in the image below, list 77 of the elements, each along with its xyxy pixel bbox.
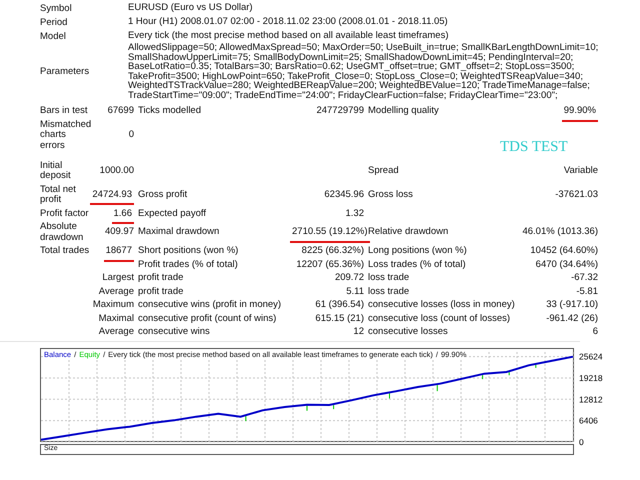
field-label: Period [39, 16, 68, 28]
axis-tick-label: 25624 [579, 352, 603, 362]
row-label: Initial deposit [40, 160, 71, 182]
row-label: Bars in test [40, 105, 88, 116]
field-label: Model [39, 30, 67, 42]
stat-value: 615.15 (21) [315, 314, 364, 324]
stat-label: Modelling quality [368, 105, 439, 116]
stat-label: Long positions (won %) [368, 245, 467, 256]
stat-value: 46.01% (1013.36) [522, 227, 598, 238]
field-value: 1 Hour (H1) 2008.01.07 02:00 - 2018.11.02 23:00 (2008.01.01 - 2018.11.05) [128, 17, 449, 27]
stat-value: 18677 [104, 246, 134, 262]
stat-label: Profit trades (% of total) [138, 258, 238, 270]
stat-label: Maximal drawdown [138, 226, 220, 238]
stat-label: loss trade [368, 272, 410, 284]
stat-value: 409.97 [104, 227, 134, 238]
stat-value: 99.90% [562, 106, 598, 122]
stat-label: Ticks modelled [138, 105, 202, 116]
row-label: Average [98, 326, 134, 338]
row-label: Total net profit [40, 184, 76, 206]
axis-tick-label: 12812 [579, 394, 603, 404]
field-value: AllowedSlippage=50; AllowedMaxSpread=50; MaxOrder=50; UseBuilt_in=true; SmallKBarLengthDownLimit=10; SmallShadowUpperLimit=75; SmallBodyDownLimit=25; SmallShadowDownLimit=45; PendingInterval=20; BaseLotRatio=0.35; TotalBars=30; BarsRatio=0.62; UseGMT_offset=true; GMT_offset=2; StopLoss=3500; TakeProfit=3500; HighLowPoint=650; TakeProfit_Close=0; StopLoss_Close=0; WeightedTSReapValue=340; WeightedTSTrackValue=280; WeightedBEReapValue=200; WeightedBEValue=120; TradeTimeManage=false; TradeStartTime="09:00"; TradeEndTime="24:00"; FridayClearFuction=false; FridayClearTime="23:00"; [128, 43, 600, 101]
stat-value: 10452 (64.60%) [530, 246, 598, 257]
stat-value: -67.32 [571, 273, 598, 284]
stat-label: profit trade [138, 272, 184, 284]
row-label: Largest [102, 272, 134, 284]
stat-value: 33 (-917.10) [546, 300, 598, 311]
overlay-label: TDS TEST [500, 138, 568, 156]
stat-value: 209.72 [334, 273, 364, 284]
stat-label: consecutive profit (count of wins) [138, 312, 276, 324]
stat-value: 6470 (34.64%) [536, 260, 598, 270]
stat-label: profit trade [138, 286, 184, 297]
row-label: Absolute drawdown [40, 221, 84, 243]
stat-value: 0 [128, 130, 134, 141]
row-label: Profit factor [40, 208, 89, 219]
stat-value: 6 [592, 327, 598, 338]
stat-value: 12207 (65.36%) [296, 260, 364, 270]
stat-label: loss trade [368, 286, 410, 297]
stat-label: Gross loss [368, 188, 413, 200]
row-label: Maximum [92, 299, 134, 310]
row-label: Maximal [98, 312, 134, 324]
stat-value: -5.81 [576, 286, 598, 298]
axis-tick-label: 0 [579, 437, 584, 448]
stat-label: Loss trades (% of total) [368, 258, 466, 270]
stat-value: -37621.03 [555, 190, 598, 200]
stat-label: consecutive loss (count of losses) [368, 312, 510, 324]
field-value: Every tick (the most precise method based on all available least timeframes) [128, 31, 450, 41]
row-label: Total trades [40, 245, 90, 256]
stat-label: Relative drawdown [368, 226, 448, 238]
stat-value: -961.42 (26) [546, 314, 598, 324]
stat-value: 247729799 [316, 106, 364, 117]
row-label: Mismatched charts errors [40, 118, 92, 151]
row-label: Average [98, 286, 134, 297]
stat-value: 61 (396.54) [315, 300, 364, 311]
stat-value: 5.11 [346, 286, 364, 298]
axis-tick-label: 6406 [579, 416, 598, 426]
field-label: Symbol [39, 2, 73, 14]
stat-value: 12 [353, 327, 364, 338]
stat-value: Variable [564, 166, 598, 176]
stat-label: consecutive wins [138, 326, 210, 338]
stat-value: 24724.93 [90, 190, 134, 206]
field-label: Parameters [39, 66, 90, 78]
stat-label: Gross profit [138, 188, 188, 200]
stat-label: Expected payoff [138, 208, 206, 219]
field-value: EURUSD (Euro vs US Dollar) [128, 3, 254, 13]
stat-value: 2710.55 (19.12%) [290, 227, 370, 243]
stat-label: Short positions (won %) [138, 245, 238, 256]
stat-label: consecutive losses (loss in money) [368, 299, 515, 310]
stat-value: 67699 [108, 106, 134, 117]
stat-value: 1.32 [346, 208, 364, 220]
stat-label: consecutive wins (profit in money) [138, 299, 282, 310]
stat-value: 62345.96 [324, 190, 364, 200]
stat-value: 1.66 [112, 208, 134, 224]
stat-value: 1000.00 [100, 166, 134, 176]
stat-label: Spread [368, 164, 399, 176]
stat-label: consecutive losses [368, 326, 448, 338]
stat-value: 8225 (66.32%) [302, 246, 364, 257]
axis-tick-label: 19218 [579, 373, 603, 383]
